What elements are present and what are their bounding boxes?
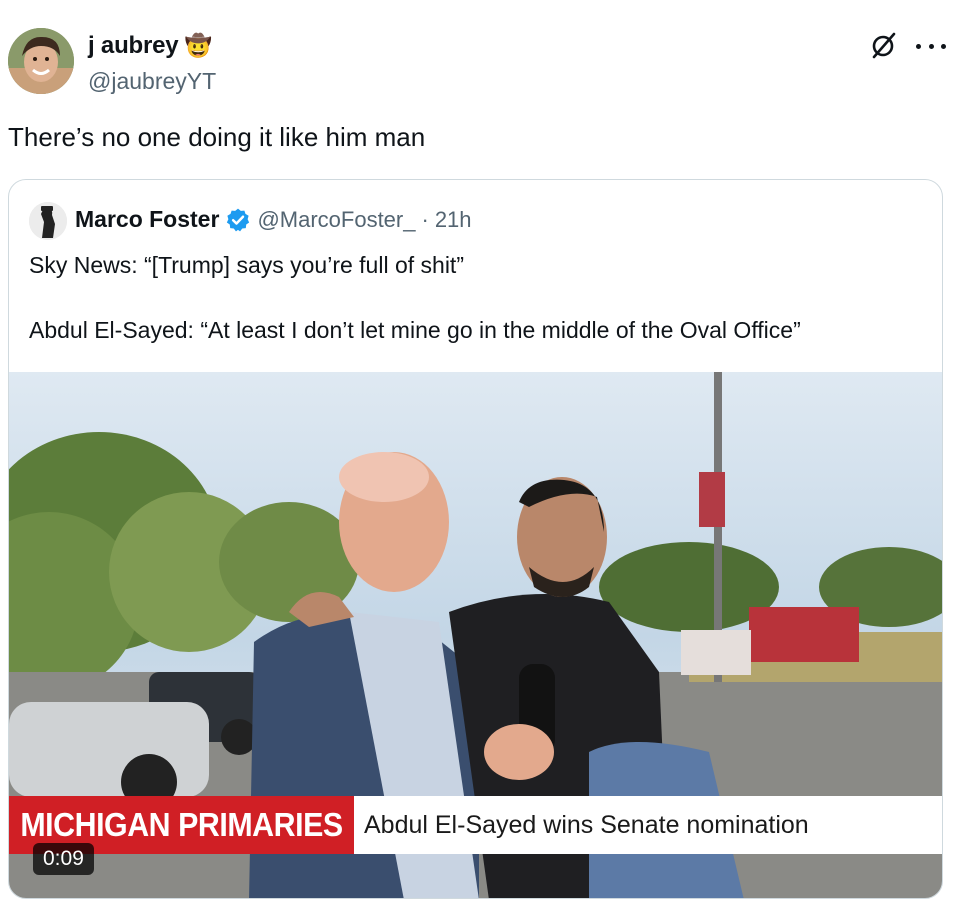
video-duration: 0:09 xyxy=(33,843,94,875)
tweet-text: There’s no one doing it like him man xyxy=(8,122,426,152)
video-player[interactable]: MICHIGAN PRIMARIES Abdul El-Sayed wins S… xyxy=(9,372,942,898)
more-options-icon[interactable] xyxy=(916,36,946,56)
quoted-tweet-card[interactable]: Marco Foster @MarcoFoster_ · 21h Sky New… xyxy=(8,179,943,899)
separator-dot: · xyxy=(421,206,429,232)
verified-badge-icon xyxy=(227,208,250,231)
quoted-author-row: Marco Foster @MarcoFoster_ · 21h xyxy=(75,206,472,233)
news-lower-third: MICHIGAN PRIMARIES Abdul El-Sayed wins S… xyxy=(9,796,942,854)
avatar[interactable] xyxy=(8,28,74,94)
quoted-author-name[interactable]: Marco Foster xyxy=(75,206,219,233)
quoted-author-handle[interactable]: @MarcoFoster_ xyxy=(257,207,415,233)
quoted-text-line-2: Abdul El-Sayed: “At least I don’t let mi… xyxy=(29,317,801,343)
grok-icon[interactable] xyxy=(868,30,898,60)
cowboy-emoji-icon: 🤠 xyxy=(184,33,212,58)
quoted-text-line-1: Sky News: “[Trump] says you’re full of s… xyxy=(29,252,464,278)
quoted-author-avatar[interactable] xyxy=(29,202,67,240)
author-display-name[interactable]: j aubrey xyxy=(88,32,179,60)
quoted-timestamp[interactable]: 21h xyxy=(435,207,472,233)
tweet-header: j aubrey 🤠 @jaubreyYT xyxy=(8,28,952,98)
author-name-row[interactable]: j aubrey 🤠 xyxy=(88,32,212,60)
author-handle[interactable]: @jaubreyYT xyxy=(88,68,216,95)
banner-headline: Abdul El-Sayed wins Senate nomination xyxy=(354,796,942,854)
